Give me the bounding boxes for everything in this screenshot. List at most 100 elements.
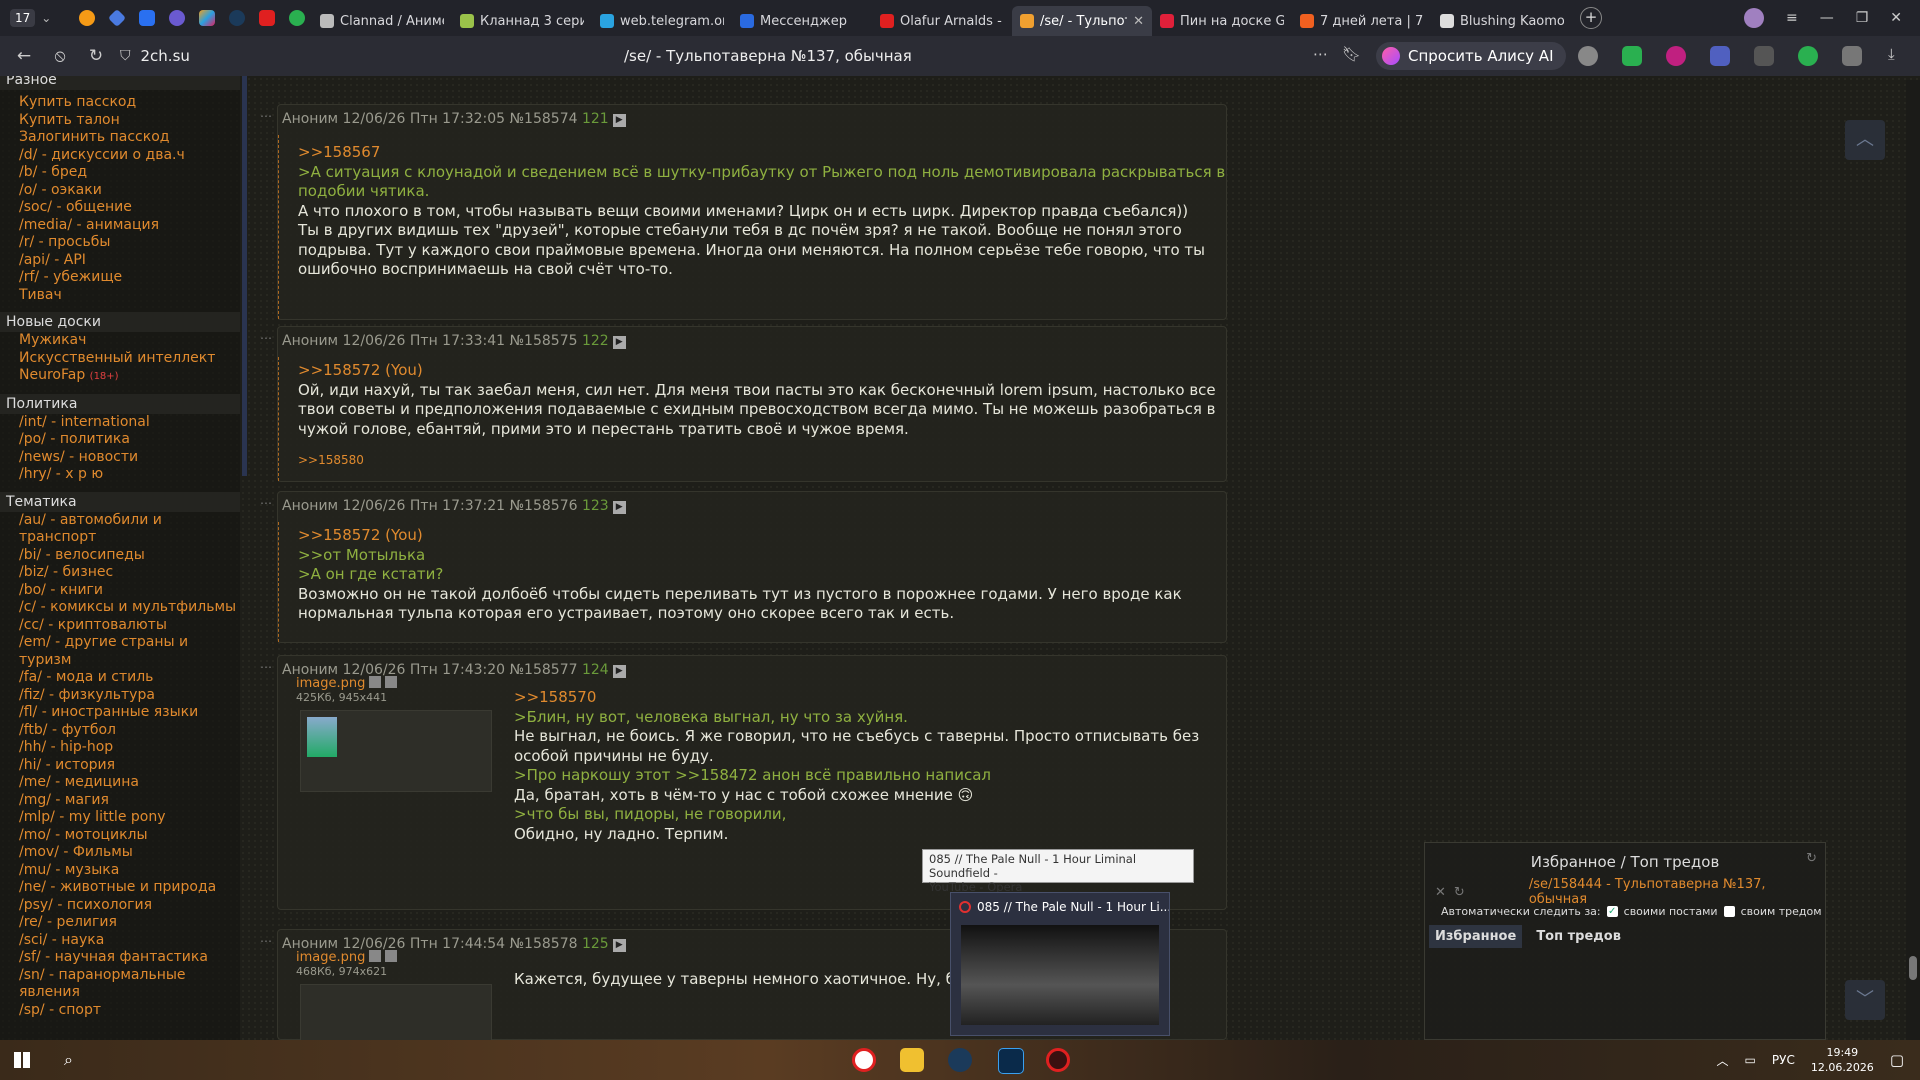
sidebar-board-link[interactable]: /fa/ - мода и стиль [0,669,240,687]
post-count[interactable]: 123 [582,498,609,514]
attachment-thumbnail[interactable] [300,710,492,792]
sidebar-board-link[interactable]: /re/ - религия [0,914,240,932]
close-tab-icon[interactable]: ✕ [1133,14,1144,29]
sidebar-board-link[interactable]: /hh/ - hip-hop [0,739,240,757]
tab-count-badge[interactable]: 17 [10,9,36,27]
sidebar-board-link[interactable]: /mg/ - магия [0,792,240,810]
puzzle-grey-icon[interactable] [1754,46,1774,66]
sidebar-board-link[interactable]: /biz/ - бизнес [0,564,240,582]
sidebar-board-link[interactable]: /b/ - бред [0,164,240,182]
sidebar-board-link[interactable]: /mo/ - мотоциклы [0,827,240,845]
post-menu-dots-icon[interactable]: ⋯ [260,934,272,948]
browser-tab[interactable]: Ólafur Arnalds - [872,6,1012,36]
reply-link[interactable]: >>158567 [298,143,1225,163]
speaker-icon[interactable] [1666,46,1686,66]
extensions-icon[interactable] [1842,46,1862,66]
pinned-tab[interactable] [282,0,312,36]
more-dots-icon[interactable]: ⋯ [1313,45,1328,63]
pinned-tab[interactable] [252,0,282,36]
sidebar-board-link[interactable]: /cc/ - криптовалюты [0,617,240,635]
page-scrollbar[interactable] [1906,80,1920,1040]
play-icon[interactable]: ▶ [612,336,626,349]
bookmark-icon[interactable]: 🔖︎ [1342,45,1361,63]
pinned-tab[interactable] [162,0,192,36]
pinned-tab[interactable] [192,0,222,36]
sidebar-board-link[interactable]: /c/ - комиксы и мультфильмы [0,599,240,617]
tab-counter[interactable]: 17 ⌄ [0,9,72,27]
reload-icon[interactable]: ↻ [78,46,114,66]
browser-tab[interactable]: Blushing Kaomoji [1432,6,1572,36]
tracker-shield-icon[interactable]: ⦸ [42,46,78,66]
steam-icon[interactable] [948,1048,972,1072]
sidebar-board-link[interactable]: /me/ - медицина [0,774,240,792]
domain-label[interactable]: 2ch.su [141,47,190,65]
network-icon[interactable]: ▭ [1745,1053,1756,1067]
sidebar-board-link[interactable]: /o/ - оэкаки [0,182,240,200]
search-image-icon[interactable] [369,950,382,962]
download-green-icon[interactable] [1798,46,1818,66]
chevron-up-icon[interactable]: ︿ [1717,1052,1729,1069]
lock-shield-icon[interactable]: ⛉ [120,48,131,64]
sidebar-board-link[interactable]: Искусственный интеллект [0,350,240,368]
own-thread-checkbox[interactable] [1723,906,1735,917]
scroll-up-button[interactable]: ︿ [1845,120,1885,160]
post-menu-dots-icon[interactable]: ⋯ [260,496,272,510]
back-arrow-icon[interactable]: ← [6,46,42,66]
sidebar-board-link[interactable]: /sn/ - паранормальные явления [0,967,240,1002]
sidebar-scrollbar[interactable] [242,76,247,476]
ask-alisa-button[interactable]: Спросить Алису AI [1376,42,1566,70]
sidebar-board-link[interactable]: /au/ - автомобили и транспорт [0,512,240,547]
pinned-tab[interactable] [72,0,102,36]
sidebar-board-link[interactable]: /sf/ - научная фантастика [0,949,240,967]
shield-check-icon[interactable] [1622,46,1642,66]
restore-icon[interactable]: ❐ [1856,10,1869,26]
sidebar-board-link[interactable]: Купить талон [0,112,240,130]
sidebar-board-link[interactable]: /hi/ - история [0,757,240,775]
reply-link[interactable]: >>158572 (You) [298,526,1182,546]
pinned-tab[interactable] [132,0,162,36]
clock[interactable]: 19:49 12.06.2026 [1811,1045,1874,1075]
yandex-browser-icon[interactable] [852,1048,876,1072]
sidebar-board-link[interactable]: /media/ - анимация [0,217,240,235]
sidebar-board-link[interactable]: /news/ - новости [0,449,240,467]
pinned-tab[interactable] [222,0,252,36]
sidebar-board-link[interactable]: /fiz/ - физкультура [0,687,240,705]
sidebar-board-link[interactable]: Залогинить пасскод [0,129,240,147]
windows-start-icon[interactable] [14,1052,30,1068]
browser-tab[interactable]: web.telegram.org [592,6,732,36]
attachment-filename[interactable]: image.png [296,950,365,965]
minimize-icon[interactable]: — [1820,10,1834,26]
browser-tab[interactable]: Мессенджер [732,6,872,36]
download-icon[interactable] [385,950,398,962]
search-image-icon[interactable] [369,676,382,688]
tab-top-threads[interactable]: Топ тредов [1530,925,1627,948]
sidebar-board-link[interactable]: /rf/ - убежище [0,269,240,287]
opera-icon[interactable] [1046,1048,1070,1072]
sidebar-board-link[interactable]: /mu/ - музыка [0,862,240,880]
reply-link[interactable]: >>158572 (You) [298,361,1216,381]
file-explorer-icon[interactable] [900,1048,924,1072]
own-posts-checkbox[interactable]: ✓ [1606,906,1618,917]
sidebar-board-link[interactable]: /sci/ - наука [0,932,240,950]
attachment-thumbnail[interactable] [300,984,492,1046]
preview-thumbnail[interactable] [961,925,1159,1025]
sidebar-board-link[interactable]: /api/ - API [0,252,240,270]
favorite-thread-link[interactable]: /se/158444 - Тульпотаверна №137, обычная [1529,877,1825,907]
sidebar-board-link[interactable]: /bi/ - велосипеды [0,547,240,565]
sidebar-board-link[interactable]: /po/ - политика [0,431,240,449]
play-icon[interactable]: ▶ [612,501,626,514]
tab-favorites[interactable]: Избранное [1429,925,1523,948]
reload-icon[interactable]: ↻ [1454,885,1465,900]
sidebar-board-link[interactable]: /bo/ - книги [0,582,240,600]
sidebar-board-link[interactable]: Мужикач [0,332,240,350]
sidebar-board-link[interactable]: /em/ - другие страны и туризм [0,634,240,669]
profile-avatar[interactable] [1743,8,1764,28]
sidebar-board-link[interactable]: Тивач [0,287,240,305]
post-count[interactable]: 124 [582,662,609,678]
sidebar-board-link[interactable]: /soc/ - общение [0,199,240,217]
sidebar-board-link[interactable]: /mlp/ - my little pony [0,809,240,827]
menu-icon[interactable]: ≡ [1786,10,1798,26]
post-count[interactable]: 125 [582,936,609,952]
scroll-down-button[interactable]: ﹀ [1845,980,1885,1020]
sidebar-board-link[interactable]: Купить пасскод [0,94,240,112]
